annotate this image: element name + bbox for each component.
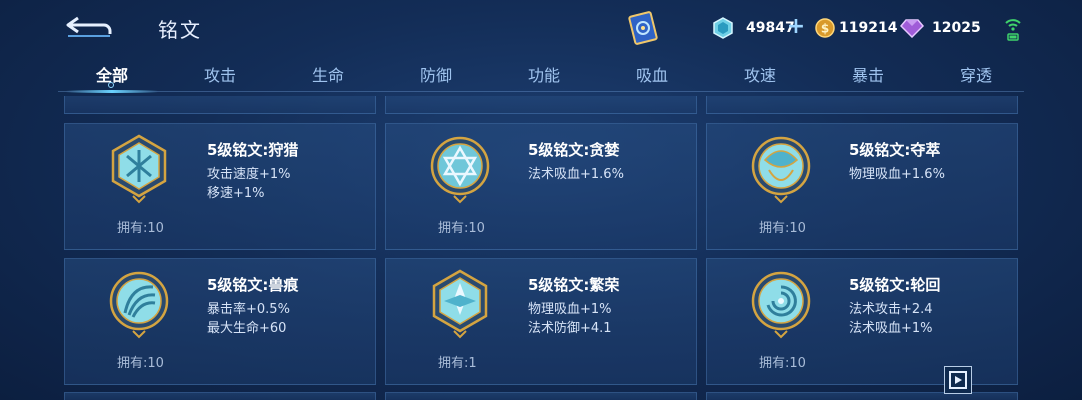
wifi-signal-icon [1005,19,1021,41]
owned-count: 拥有:10 [438,221,485,236]
plus-icon: + [786,14,806,39]
tab-attack[interactable]: 攻击 [166,62,274,86]
rune-name: 5级铭文:夺萃 [849,141,941,159]
tab-critical[interactable]: 暴击 [814,62,922,86]
active-tab-dot [108,82,114,88]
diamond-icon [900,19,924,38]
top-bar: 铭文 49847 + $ 119214 12025 [0,0,1082,58]
rune-card-partial[interactable] [385,392,697,400]
rune-card-partial[interactable] [64,392,376,400]
tab-function[interactable]: 功能 [490,62,598,86]
back-button[interactable] [64,14,116,40]
back-arrow-icon [66,16,112,37]
owned-count: 拥有:10 [759,221,806,236]
rune-attribute: 暴击率+0.5% [207,302,290,317]
rune-book-icon [628,11,658,45]
owned-count: 拥有:10 [117,356,164,371]
rune-card[interactable]: 5级铭文:贪婪 法术吸血+1.6% 拥有:10 [385,123,697,250]
rune-emblem-beast-mark-icon [109,271,169,339]
rune-attribute: 最大生命+60 [207,321,287,336]
rune-name: 5级铭文:兽痕 [207,276,299,294]
rune-attribute: 法术吸血+1% [849,321,933,336]
svg-text:$: $ [821,22,829,36]
rune-attribute: 移速+1% [207,186,265,201]
owned-count: 拥有:1 [438,356,477,371]
category-tabs: 全部 攻击 生命 防御 功能 吸血 攻速 暴击 穿透 [58,58,1024,93]
rune-emblem-greed-icon [430,136,490,204]
play-panel-icon [949,371,967,389]
rune-card[interactable]: 5级铭文:繁荣 物理吸血+1% 法术防御+4.1 拥有:1 [385,258,697,385]
rune-name: 5级铭文:贪婪 [528,141,620,159]
gold-coin-icon: $ [815,18,835,38]
add-crystal-button[interactable]: + [786,14,806,39]
rune-card[interactable]: 5级铭文:夺萃 物理吸血+1.6% 拥有:10 [706,123,1018,250]
tab-defense[interactable]: 防御 [382,62,490,86]
rune-emblem-hunt-icon [111,134,167,204]
rune-attribute: 法术攻击+2.4 [849,302,933,317]
rune-emblem-seize-icon [751,136,811,204]
page-title: 铭文 [158,18,202,42]
tab-attack-speed[interactable]: 攻速 [706,62,814,86]
rune-emblem-prosperity-icon [432,269,488,339]
tab-health[interactable]: 生命 [274,62,382,86]
rune-attribute: 法术防御+4.1 [528,321,612,336]
rune-name: 5级铭文:轮回 [849,276,941,294]
crystal-balance: 49847 [712,16,795,40]
replay-panel-button[interactable] [944,366,972,394]
coin-value: 119214 [839,20,898,36]
owned-count: 拥有:10 [759,356,806,371]
tab-lifesteal[interactable]: 吸血 [598,62,706,86]
rune-book-button[interactable] [626,10,660,46]
tab-penetration[interactable]: 穿透 [922,62,1030,86]
rune-card[interactable]: 5级铭文:狩猎 攻击速度+1% 移速+1% 拥有:10 [64,123,376,250]
active-tab-indicator [66,90,158,93]
rune-attribute: 物理吸血+1% [528,302,612,317]
rune-card-partial[interactable] [64,96,376,114]
network-status [1003,14,1023,42]
rune-emblem-reincarnation-icon [751,271,811,339]
gem-value: 12025 [932,20,981,36]
rune-name: 5级铭文:狩猎 [207,141,299,159]
coin-balance: $ 119214 [815,16,897,40]
rune-card-partial[interactable] [706,96,1018,114]
gem-balance: 12025 [900,16,981,40]
rune-name: 5级铭文:繁荣 [528,276,620,294]
rune-attribute: 法术吸血+1.6% [528,167,624,182]
rune-attribute: 攻击速度+1% [207,167,291,182]
owned-count: 拥有:10 [117,221,164,236]
rune-card[interactable]: 5级铭文:兽痕 暴击率+0.5% 最大生命+60 拥有:10 [64,258,376,385]
rune-attribute: 物理吸血+1.6% [849,167,945,182]
crystal-icon [713,17,733,39]
rune-card-partial[interactable] [385,96,697,114]
